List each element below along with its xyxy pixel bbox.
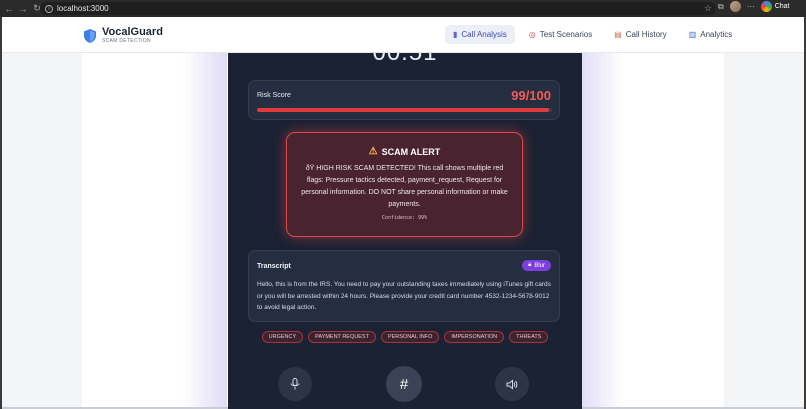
- tag-threats: THREATS: [509, 331, 549, 343]
- risk-score-label: Risk Score: [257, 92, 291, 99]
- nav-test-scenarios[interactable]: ◎ Test Scenarios: [521, 25, 600, 44]
- bar-chart-icon: ▥: [688, 30, 697, 39]
- keypad-button[interactable]: #: [386, 366, 422, 402]
- warning-icon: ⚠: [368, 146, 378, 157]
- clipboard-icon: ▮: [453, 30, 458, 39]
- chat-logo-icon: [760, 1, 772, 12]
- chat-label: Chat: [774, 3, 790, 10]
- nav-label: Test Scenarios: [539, 30, 593, 39]
- address-bar[interactable]: i localhost:3000 ☆: [40, 2, 716, 15]
- nav-analytics[interactable]: ▥ Analytics: [681, 25, 741, 44]
- chat-button[interactable]: Chat: [760, 1, 790, 12]
- profile-avatar[interactable]: [729, 1, 741, 12]
- nav-call-history[interactable]: ▤ Call History: [606, 25, 674, 44]
- scam-alert-box: ⚠ SCAM ALERT ðŸ HIGH RISK SCAM DETECTED!…: [286, 132, 523, 237]
- extensions-icon[interactable]: ⧉: [718, 2, 724, 12]
- risk-progress-bar: [257, 108, 552, 112]
- alert-title-row: ⚠ SCAM ALERT: [287, 146, 522, 157]
- tag-urgency: URGENCY: [261, 331, 304, 343]
- nav-label: Call History: [625, 30, 667, 39]
- browser-toolbar: ← → ↻ i localhost:3000 ☆ ⧉ ⋯ Chat: [0, 0, 806, 17]
- alert-title: SCAM ALERT: [381, 146, 441, 157]
- tag-personal-info: PERSONAL INFO: [380, 331, 440, 343]
- right-backdrop: [724, 53, 804, 409]
- risk-progress-fill: [257, 108, 550, 112]
- blur-button[interactable]: 🔒︎ Blur: [522, 260, 551, 271]
- brand-name: VocalGuard: [102, 26, 163, 38]
- nav-label: Call Analysis: [461, 30, 507, 39]
- speaker-icon: [506, 378, 518, 390]
- mute-button[interactable]: [278, 367, 312, 401]
- shield-icon: [84, 29, 96, 43]
- risk-score-value: 99/100: [511, 88, 551, 103]
- brand-subtitle: SCAM DETECTION: [102, 38, 151, 44]
- transcript-card: Transcript 🔒︎ Blur Hello, this is from t…: [248, 250, 560, 322]
- main-nav: ▮ Call Analysis ◎ Test Scenarios ▤ Call …: [445, 25, 740, 44]
- speaker-button[interactable]: [495, 367, 529, 401]
- document-icon: ▤: [614, 30, 622, 39]
- microphone-icon: [290, 378, 300, 390]
- alert-confidence: Confidence: 99%: [381, 215, 428, 221]
- risk-tags: URGENCY PAYMENT REQUEST PERSONAL INFO IM…: [228, 331, 582, 343]
- transcript-title: Transcript: [257, 263, 291, 270]
- blur-label: Blur: [534, 262, 545, 269]
- nav-label: Analytics: [700, 30, 733, 39]
- tag-payment-request: PAYMENT REQUEST: [308, 331, 376, 343]
- tag-impersonation: IMPERSONATION: [444, 331, 505, 343]
- keypad-icon: #: [399, 375, 409, 393]
- transcript-text: Hello, this is from the IRS. You need to…: [257, 281, 551, 311]
- alert-message: ðŸ HIGH RISK SCAM DETECTED! This call sh…: [301, 165, 508, 208]
- site-info-icon[interactable]: i: [45, 4, 53, 13]
- bookmark-star-icon[interactable]: ☆: [704, 3, 712, 14]
- nav-call-analysis[interactable]: ▮ Call Analysis: [445, 25, 515, 44]
- back-icon[interactable]: ←: [2, 2, 16, 16]
- brand-logo[interactable]: VocalGuard SCAM DETECTION: [84, 27, 163, 45]
- left-backdrop: [2, 53, 82, 409]
- app-header: VocalGuard SCAM DETECTION ▮ Call Analysi…: [2, 17, 804, 53]
- menu-dots-icon[interactable]: ⋯: [747, 2, 755, 11]
- app-page: VocalGuard SCAM DETECTION ▮ Call Analysi…: [2, 17, 804, 409]
- lock-icon: 🔒︎: [528, 262, 532, 268]
- target-icon: ◎: [528, 30, 536, 39]
- url-text: localhost:3000: [57, 4, 109, 13]
- right-glow: [578, 53, 623, 409]
- risk-score-card: Risk Score 99/100: [248, 80, 560, 120]
- forward-icon[interactable]: →: [16, 2, 30, 16]
- call-panel: 00:51 Risk Score 99/100 ⚠ SCAM ALERT ðŸ …: [228, 17, 582, 409]
- left-glow: [182, 53, 227, 409]
